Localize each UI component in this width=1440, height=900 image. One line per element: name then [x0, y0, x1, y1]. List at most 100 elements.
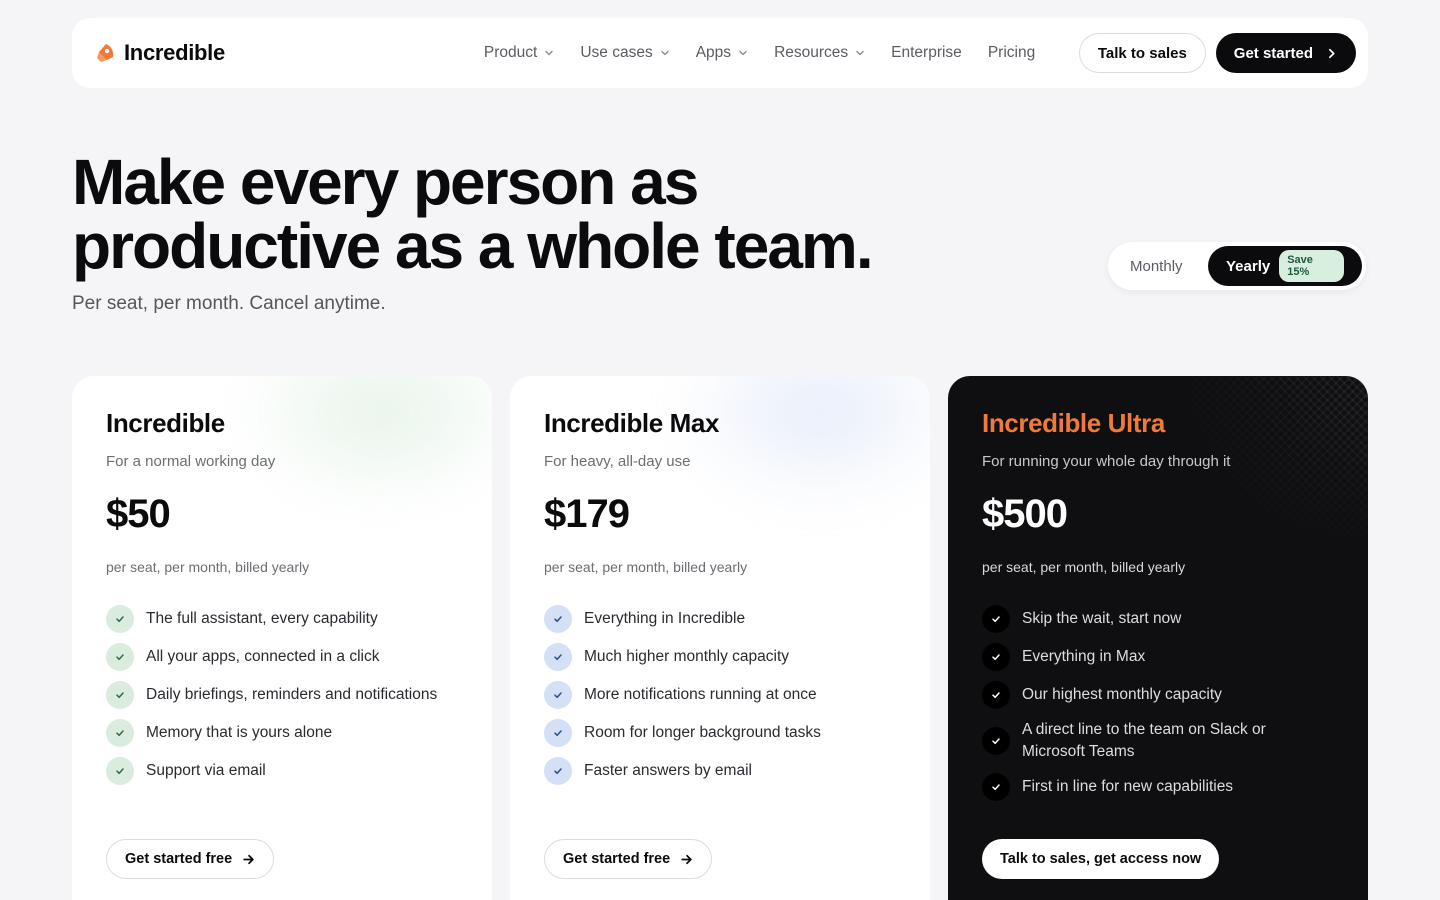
nav-links: Product Use cases Apps Resources Enterpr… — [484, 44, 1035, 62]
nav-link-product[interactable]: Product — [484, 44, 554, 62]
billing-option-yearly-label: Yearly — [1226, 257, 1271, 275]
feature-item: Our highest monthly capacity — [982, 681, 1334, 709]
check-icon — [106, 757, 134, 785]
arrow-right-icon — [243, 854, 254, 864]
check-icon — [106, 681, 134, 709]
title-line-2: productive as a whole team. — [72, 210, 874, 282]
hero-subtitle: Per seat, per month. Cancel anytime. — [72, 293, 386, 314]
feature-text: All your apps, connected in a click — [146, 648, 380, 665]
plan-name: Incredible Max — [544, 408, 720, 438]
feature-item: Much higher monthly capacity — [544, 643, 896, 671]
check-icon — [544, 681, 572, 709]
feature-text: Much higher monthly capacity — [584, 648, 790, 665]
check-icon — [106, 643, 134, 671]
feature-item: Everything in Incredible — [544, 605, 896, 633]
plan-billing: per seat, per month, billed yearly — [106, 559, 310, 575]
plan-description: For heavy, all-day use — [544, 453, 691, 470]
top-nav: Incredible Product Use cases Apps Resour… — [72, 18, 1368, 88]
check-icon — [982, 727, 1010, 755]
check-icon — [544, 719, 572, 747]
talk-to-sales-button[interactable]: Talk to sales — [1078, 33, 1206, 73]
check-icon — [106, 719, 134, 747]
billing-option-monthly[interactable]: Monthly — [1112, 246, 1208, 286]
plan-billing: per seat, per month, billed yearly — [982, 559, 1186, 575]
check-icon — [982, 605, 1010, 633]
card-glow — [670, 376, 930, 506]
check-icon — [544, 643, 572, 671]
nav-link-label: Use cases — [580, 44, 653, 61]
feature-text: Our highest monthly capacity — [1022, 686, 1222, 703]
billing-toggle: Monthly Yearly Save 15% — [1108, 242, 1366, 290]
plan-price: $179 — [544, 492, 630, 536]
nav-link-use-cases[interactable]: Use cases — [580, 44, 669, 62]
chevron-right-icon — [1329, 48, 1335, 58]
feature-item: Memory that is yours alone — [106, 719, 458, 747]
nav-link-label: Pricing — [987, 44, 1036, 61]
plan-card-incredible: Incredible For a normal working day $50 … — [72, 376, 492, 900]
plan-price: $500 — [982, 492, 1068, 536]
talk-to-sales-access-button[interactable]: Talk to sales, get access now — [982, 839, 1220, 879]
feature-item: Daily briefings, reminders and notificat… — [106, 681, 458, 709]
feature-text: First in line for new capabilities — [1022, 778, 1234, 795]
feature-item: Support via email — [106, 757, 458, 785]
feature-item: The full assistant, every capability — [106, 605, 458, 633]
feature-item: Skip the wait, start now — [982, 605, 1334, 633]
card-glow — [232, 376, 492, 506]
feature-text: Everything in Max — [1022, 648, 1146, 665]
cta-label: Get started free — [125, 851, 233, 867]
nav-actions: Talk to sales Get started — [1078, 33, 1356, 73]
feature-text: Everything in Incredible — [584, 610, 746, 627]
plan-name: Incredible — [106, 408, 225, 438]
feature-item: Faster answers by email — [544, 757, 896, 785]
feature-list: The full assistant, every capability All… — [106, 605, 458, 785]
nav-link-resources[interactable]: Resources — [774, 44, 865, 62]
feature-text: Skip the wait, start now — [1022, 610, 1182, 627]
check-icon — [106, 605, 134, 633]
feature-text: Memory that is yours alone — [146, 724, 333, 741]
rocket-logo-icon — [97, 44, 114, 62]
nav-link-enterprise[interactable]: Enterprise — [891, 44, 962, 62]
page-title: Make every person as productive as a who… — [72, 150, 892, 278]
feature-item: First in line for new capabilities — [982, 773, 1334, 801]
get-started-free-button[interactable]: Get started free — [544, 839, 713, 879]
plan-description: For running your whole day through it — [982, 453, 1231, 470]
plan-description: For a normal working day — [106, 453, 276, 470]
billing-option-yearly[interactable]: Yearly Save 15% — [1208, 246, 1362, 286]
feature-text: Room for longer background tasks — [584, 724, 821, 741]
check-icon — [544, 757, 572, 785]
feature-text: The full assistant, every capability — [146, 610, 378, 627]
check-icon — [982, 773, 1010, 801]
feature-item: Room for longer background tasks — [544, 719, 896, 747]
nav-link-label: Apps — [695, 44, 732, 61]
brand-name: Incredible — [124, 40, 225, 65]
check-icon — [544, 605, 572, 633]
arrow-right-icon — [681, 854, 692, 864]
feature-text: Faster answers by email — [584, 762, 752, 779]
feature-list: Skip the wait, start now Everything in M… — [982, 605, 1334, 801]
nav-link-apps[interactable]: Apps — [696, 44, 748, 62]
get-started-free-button[interactable]: Get started free — [106, 839, 275, 879]
get-started-button[interactable]: Get started — [1215, 33, 1356, 73]
plan-card-incredible-ultra: Incredible Ultra For running your whole … — [948, 376, 1368, 900]
plan-name: Incredible Ultra — [982, 408, 1165, 438]
plan-card-incredible-max: Incredible Max For heavy, all-day use $1… — [510, 376, 930, 900]
nav-link-label: Product — [483, 44, 538, 61]
feature-text: More notifications running at once — [584, 686, 817, 703]
brand[interactable]: Incredible — [96, 40, 225, 66]
feature-item: All your apps, connected in a click — [106, 643, 458, 671]
feature-item: Everything in Max — [982, 643, 1334, 671]
title-line-1: Make every person as — [72, 146, 699, 218]
chevron-down-icon — [545, 50, 554, 56]
feature-text: Support via email — [146, 762, 266, 779]
plan-price: $50 — [106, 492, 171, 536]
nav-link-label: Resources — [774, 44, 849, 61]
nav-link-pricing[interactable]: Pricing — [988, 44, 1035, 62]
feature-text: A direct line to the team on Slack or Mi… — [1022, 721, 1266, 760]
chevron-down-icon — [739, 50, 747, 56]
feature-item: A direct line to the team on Slack or Mi… — [982, 719, 1334, 763]
cta-label: Get started free — [563, 851, 671, 867]
chevron-down-icon — [856, 50, 864, 56]
check-icon — [982, 681, 1010, 709]
feature-list: Everything in Incredible Much higher mon… — [544, 605, 896, 785]
chevron-down-icon — [661, 50, 669, 56]
